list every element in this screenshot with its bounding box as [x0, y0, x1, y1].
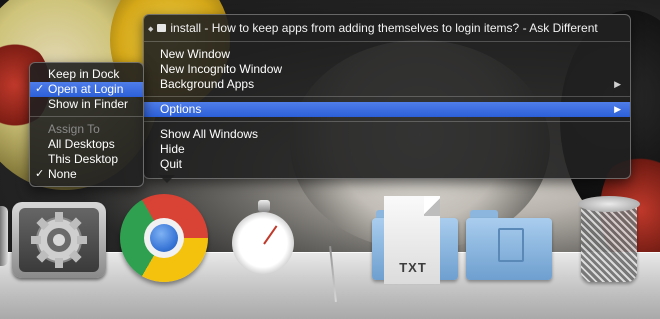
checkmark-icon: ✓ [35, 83, 45, 95]
dock-item-system-preferences[interactable] [12, 202, 106, 278]
diamond-icon: ◆ [148, 26, 154, 33]
chrome-icon-center [150, 224, 178, 252]
dock-item-trash[interactable] [578, 196, 640, 284]
window-title: install - How to keep apps from adding t… [170, 21, 598, 35]
menu-item-label: Assign To [48, 122, 100, 136]
submenu-arrow-icon: ▶ [614, 79, 621, 89]
submenu-item-this-desktop[interactable]: This Desktop [30, 152, 143, 167]
menu-item-label: New Window [160, 47, 231, 61]
submenu-item-all-desktops[interactable]: All Desktops [30, 137, 143, 152]
dock-item-documents-folder[interactable] [466, 204, 552, 282]
menu-item-label: Open at Login [48, 82, 124, 96]
menu-separator [144, 96, 630, 97]
menu-separator [144, 41, 630, 42]
menu-item-label: All Desktops [48, 137, 115, 151]
submenu-item-keep-in-dock[interactable]: Keep in Dock [30, 67, 143, 82]
menu-item-label: New Incognito Window [160, 62, 283, 76]
menu-item-background-apps[interactable]: Background Apps ▶ [144, 77, 630, 92]
dock-item-chrome[interactable] [120, 194, 208, 282]
menu-item-label: Show All Windows [160, 127, 259, 141]
dock-context-menu: ◆ install - How to keep apps from adding … [143, 14, 631, 179]
submenu-header-assign-to: Assign To [30, 122, 143, 137]
menu-item-hide[interactable]: Hide [144, 142, 630, 157]
menu-separator [30, 116, 143, 117]
trash-rim [578, 196, 640, 212]
menu-item-label: Show in Finder [48, 97, 129, 111]
gear-icon [19, 208, 99, 272]
submenu-item-show-in-finder[interactable]: Show in Finder [30, 97, 143, 112]
menu-item-label: Options [160, 102, 202, 116]
submenu-item-open-at-login[interactable]: ✓ Open at Login [30, 82, 143, 97]
dock-item-stopwatch[interactable] [228, 200, 298, 282]
document-glyph-icon [498, 228, 524, 262]
menu-separator [144, 121, 630, 122]
menu-item-quit[interactable]: Quit [144, 157, 630, 172]
submenu-arrow-icon: ▶ [614, 104, 621, 114]
menu-item-show-all-windows[interactable]: Show All Windows [144, 127, 630, 142]
submenu-item-none[interactable]: ✓ None [30, 167, 143, 182]
options-submenu: Keep in Dock ✓ Open at Login Show in Fin… [29, 62, 144, 187]
menu-item-options[interactable]: Options ▶ [144, 102, 630, 117]
menu-item-label: This Desktop [48, 152, 119, 166]
menu-item-label: Keep in Dock [48, 67, 120, 81]
menu-item-label: Hide [160, 142, 185, 156]
dock-item-txt-document[interactable]: TXT [378, 196, 448, 288]
menu-window-item[interactable]: ◆ install - How to keep apps from adding … [144, 20, 630, 37]
txt-label: TXT [399, 260, 427, 275]
menu-item-new-window[interactable]: New Window [144, 47, 630, 62]
dock-item-partial[interactable] [0, 206, 8, 266]
page-fold [424, 196, 440, 216]
window-icon [157, 24, 167, 32]
menu-item-label: Quit [160, 157, 183, 171]
menu-pointer [159, 175, 175, 183]
stopwatch-crown [258, 200, 270, 212]
checkmark-icon: ✓ [35, 168, 45, 180]
menu-item-new-incognito-window[interactable]: New Incognito Window [144, 62, 630, 77]
menu-item-label: Background Apps [160, 77, 255, 91]
menu-item-label: None [48, 167, 77, 181]
trash-icon [581, 204, 637, 282]
